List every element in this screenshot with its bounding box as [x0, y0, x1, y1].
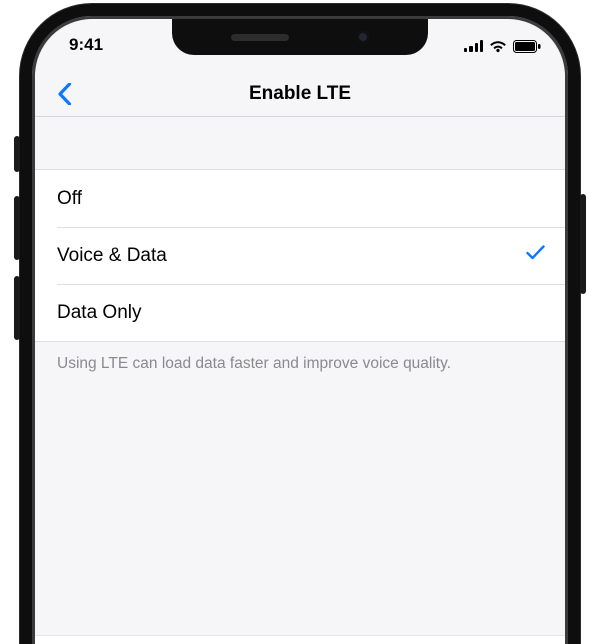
cellular-signal-icon — [464, 40, 483, 52]
option-label: Data Only — [57, 302, 141, 324]
volume-down-button — [14, 276, 20, 340]
mute-switch — [14, 136, 20, 172]
nav-bar: Enable LTE — [35, 71, 565, 117]
chevron-left-icon — [57, 83, 72, 105]
option-label: Voice & Data — [57, 245, 167, 267]
option-label: Off — [57, 188, 82, 210]
checkmark-icon — [526, 244, 545, 267]
earpiece-speaker — [231, 34, 289, 41]
option-off[interactable]: Off — [35, 170, 565, 227]
device-frame: 9:41 Enable LTE — [20, 4, 580, 644]
section-spacer — [35, 117, 565, 169]
front-camera — [357, 31, 369, 43]
screen: 9:41 Enable LTE — [35, 19, 565, 644]
image-crop-edge — [35, 636, 565, 644]
option-voice-and-data[interactable]: Voice & Data — [35, 227, 565, 284]
nav-title: Enable LTE — [35, 83, 565, 105]
options-list: Off Voice & Data Data Only — [35, 169, 565, 342]
volume-up-button — [14, 196, 20, 260]
notch — [172, 19, 428, 55]
section-footer: Using LTE can load data faster and impro… — [35, 342, 565, 387]
status-time: 9:41 — [69, 35, 103, 55]
battery-icon — [513, 40, 541, 53]
status-indicators — [464, 38, 541, 53]
option-data-only[interactable]: Data Only — [35, 284, 565, 341]
back-button[interactable] — [49, 79, 80, 109]
side-button — [580, 194, 586, 294]
wifi-icon — [489, 40, 507, 53]
